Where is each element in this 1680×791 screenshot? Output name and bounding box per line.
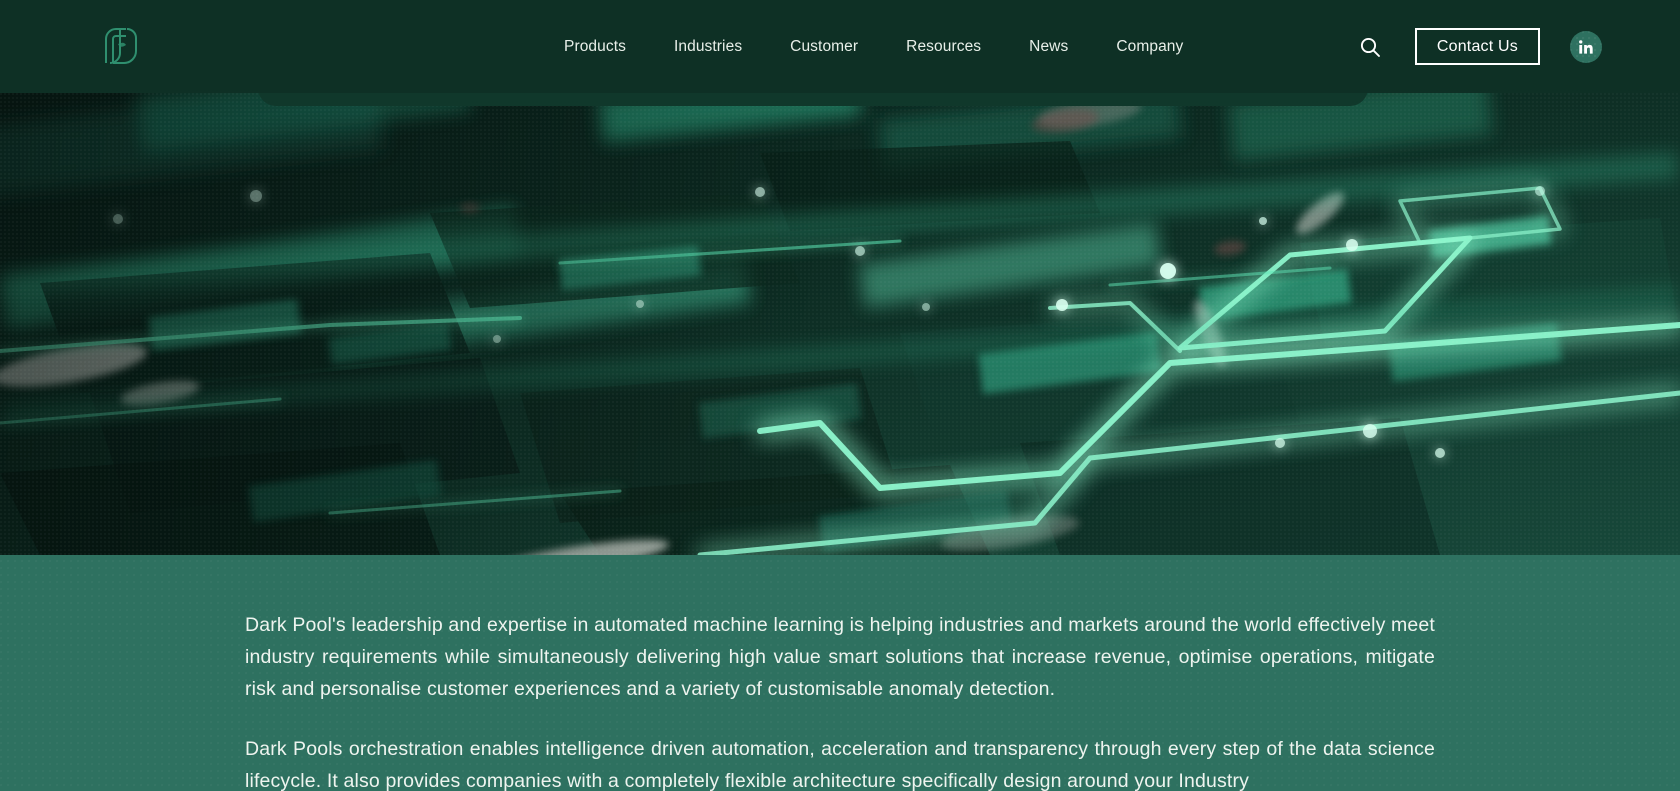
dark-pool-logo[interactable]: [100, 23, 142, 69]
contact-us-button[interactable]: Contact Us: [1414, 28, 1540, 65]
linkedin-glyph: [1579, 39, 1593, 54]
nav-item-products[interactable]: Products: [540, 0, 650, 93]
intro-paragraph-1: Dark Pool's leadership and expertise in …: [245, 614, 1435, 700]
content-container: Dark Pool's leadership and expertise in …: [245, 555, 1435, 791]
main-content: Dark Pool's leadership and expertise in …: [0, 555, 1680, 791]
nav-item-customer[interactable]: Customer: [766, 0, 882, 93]
header-actions: Contact Us: [1350, 0, 1680, 93]
nav-item-industries[interactable]: Industries: [650, 0, 766, 93]
hero-banner: [0, 93, 1680, 555]
hero-circuit-image: [0, 93, 1680, 555]
nav-item-company[interactable]: Company: [1092, 0, 1207, 93]
site-header: Products Industries Customer Resources N…: [0, 0, 1680, 93]
intro-paragraph-2: Dark Pools orchestration enables intelli…: [245, 738, 1435, 791]
search-button[interactable]: [1350, 27, 1390, 67]
search-icon: [1360, 37, 1380, 57]
main-nav: Products Industries Customer Resources N…: [540, 0, 1207, 93]
nav-item-resources[interactable]: Resources: [882, 0, 1005, 93]
nav-item-news[interactable]: News: [1005, 0, 1092, 93]
linkedin-icon[interactable]: [1570, 30, 1602, 63]
